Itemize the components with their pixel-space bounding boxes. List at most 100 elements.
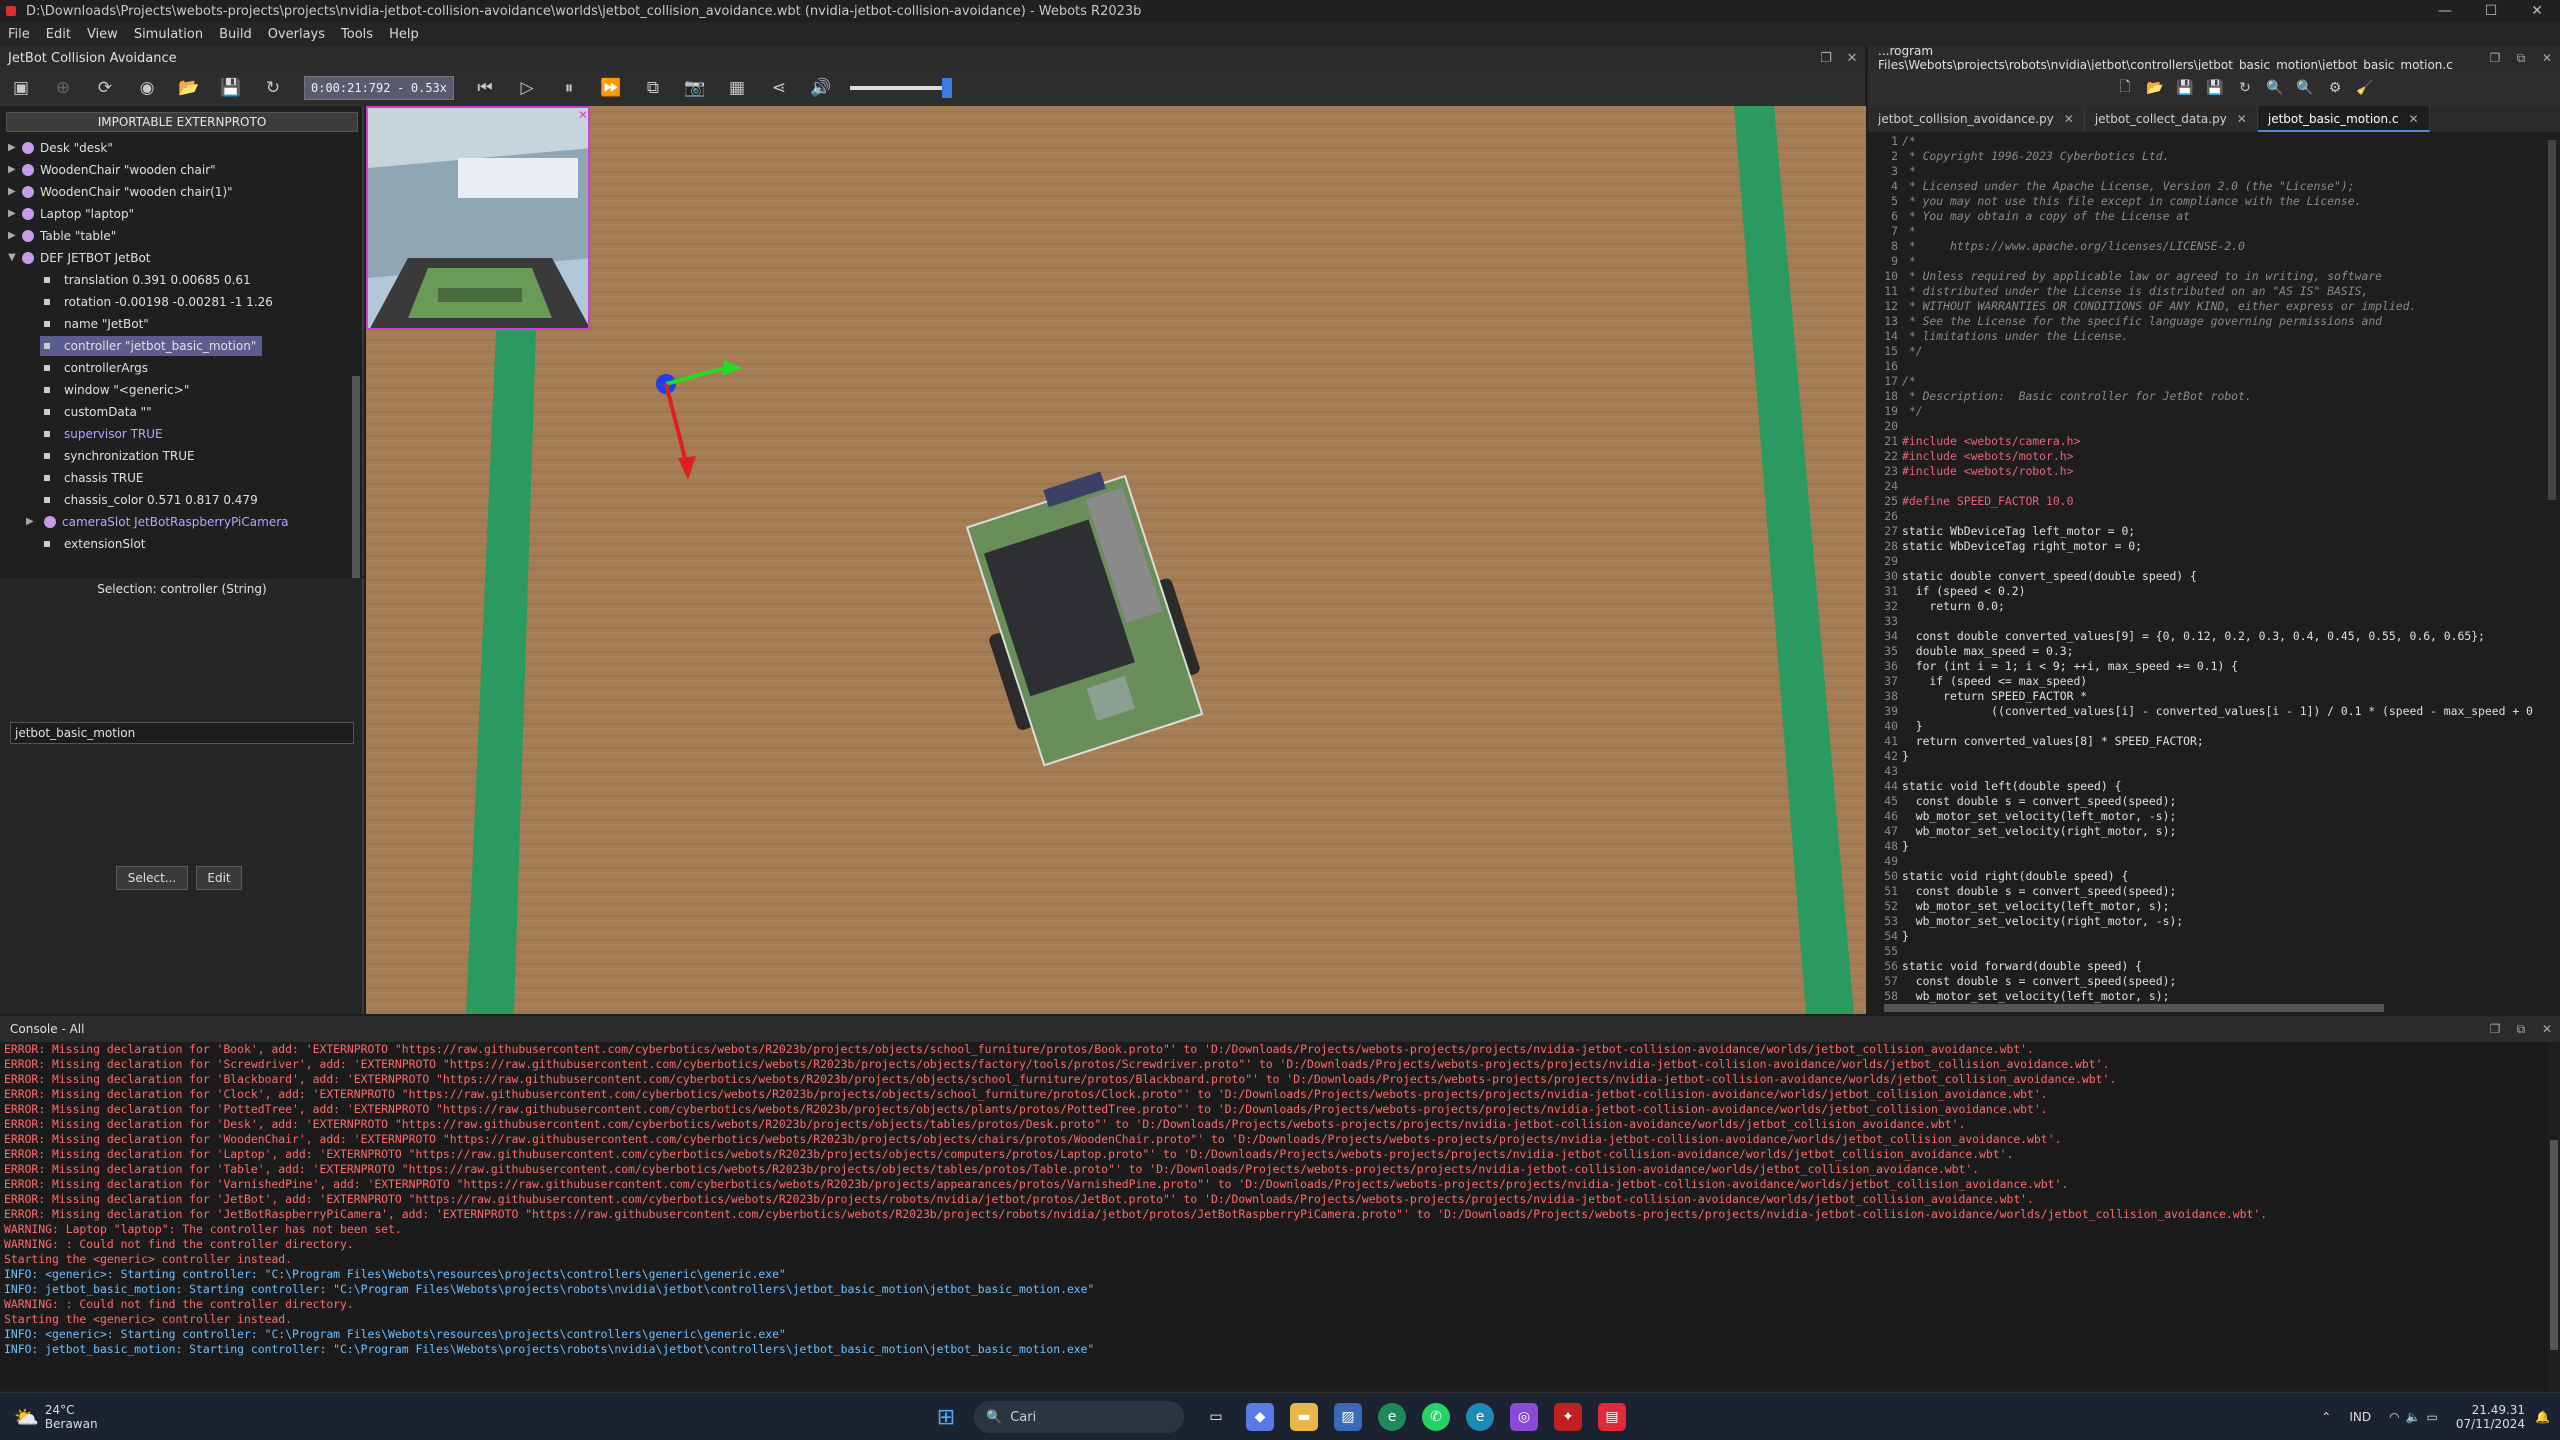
- camera-overlay[interactable]: ✕: [366, 106, 590, 330]
- code-line[interactable]: 37 if (speed <= max_speed): [1868, 674, 2560, 689]
- copilot-icon[interactable]: ◆: [1246, 1403, 1274, 1431]
- code-line[interactable]: 25 #define SPEED_FACTOR 10.0: [1868, 494, 2560, 509]
- expand-arrow-icon[interactable]: ▶: [8, 138, 18, 158]
- expand-arrow-icon[interactable]: ▶: [8, 182, 18, 202]
- save-all-icon[interactable]: 💾: [2203, 74, 2227, 102]
- toggle-scene-tree-icon[interactable]: ▣: [4, 74, 38, 102]
- input-language[interactable]: IND: [2349, 1410, 2371, 1424]
- code-line[interactable]: 38 return SPEED_FACTOR *: [1868, 689, 2560, 704]
- reload-world-icon[interactable]: ↻: [256, 74, 290, 102]
- close-tab-icon[interactable]: ✕: [2064, 112, 2074, 126]
- code-line[interactable]: 55: [1868, 944, 2560, 959]
- code-line[interactable]: 4 * Licensed under the Apache License, V…: [1868, 179, 2560, 194]
- code-line[interactable]: 29: [1868, 554, 2560, 569]
- code-line[interactable]: 9 *: [1868, 254, 2560, 269]
- code-line[interactable]: 21 #include <webots/camera.h>: [1868, 434, 2560, 449]
- code-line[interactable]: 36 for (int i = 1; i < 9; ++i, max_speed…: [1868, 659, 2560, 674]
- code-line[interactable]: 1 /*: [1868, 134, 2560, 149]
- github-desktop-icon[interactable]: ◎: [1510, 1403, 1538, 1431]
- code-line[interactable]: 33: [1868, 614, 2560, 629]
- code-line[interactable]: 13 * See the License for the specific la…: [1868, 314, 2560, 329]
- menu-view[interactable]: View: [79, 27, 126, 42]
- code-line[interactable]: 34 const double converted_values[9] = {0…: [1868, 629, 2560, 644]
- document-app-icon[interactable]: ▤: [1598, 1403, 1626, 1431]
- code-line[interactable]: 30 static double convert_speed(double spe…: [1868, 569, 2560, 584]
- start-windows-icon[interactable]: ⊞: [932, 1403, 960, 1431]
- save-file-icon[interactable]: 💾: [2173, 74, 2197, 102]
- console-scrollbar[interactable]: [2550, 1140, 2558, 1350]
- tab-jetbot-collect-data[interactable]: jetbot_collect_data.py ✕: [2085, 106, 2258, 132]
- code-line[interactable]: 48}: [1868, 839, 2560, 854]
- open-file-icon[interactable]: 📂: [2143, 74, 2167, 102]
- code-line[interactable]: 44 static void left(double speed) {: [1868, 779, 2560, 794]
- menu-tools[interactable]: Tools: [333, 27, 381, 42]
- tab-jetbot-basic-motion[interactable]: jetbot_basic_motion.c ✕: [2257, 106, 2430, 132]
- open-world-icon[interactable]: 📂: [172, 74, 206, 102]
- menu-build[interactable]: Build: [211, 27, 260, 42]
- new-file-icon[interactable]: 🗋: [2113, 74, 2137, 102]
- code-line[interactable]: 23 #include <webots/robot.h>: [1868, 464, 2560, 479]
- volume-slider-handle[interactable]: [942, 78, 952, 98]
- show-hidden-icons-chevron-icon[interactable]: ⌃: [2321, 1410, 2331, 1424]
- code-line[interactable]: 52 wb_motor_set_velocity(left_motor, s);: [1868, 899, 2560, 914]
- code-editor[interactable]: 1/* 2 * Copyright 1996-2023 Cyberbotics L…: [1868, 134, 2560, 1004]
- add-node-icon[interactable]: ⊕: [46, 74, 80, 102]
- close-tab-icon[interactable]: ✕: [2237, 112, 2247, 126]
- close-button[interactable]: ✕: [2514, 0, 2560, 22]
- code-line[interactable]: 51 const double s = convert_speed(speed)…: [1868, 884, 2560, 899]
- expand-arrow-icon[interactable]: ▶: [8, 204, 18, 224]
- screenshot-icon[interactable]: 📷: [678, 74, 712, 102]
- float-console-icon[interactable]: ❐: [2482, 1022, 2508, 1036]
- reset-simulation-icon[interactable]: ⏮: [468, 74, 502, 102]
- pause-icon[interactable]: ⏸: [552, 74, 586, 102]
- camera-overlay-close-icon[interactable]: ✕: [578, 108, 588, 122]
- select-controller-button[interactable]: Select...: [116, 866, 188, 890]
- maximize-editor-icon[interactable]: ⧉: [2508, 51, 2534, 66]
- code-line[interactable]: 56 static void forward(double speed) {: [1868, 959, 2560, 974]
- expand-arrow-icon[interactable]: ▶: [8, 160, 18, 180]
- console-output[interactable]: ERROR: Missing declaration for 'Book', a…: [0, 1042, 2548, 1390]
- render-toggle-icon[interactable]: ⧉: [636, 74, 670, 102]
- 3d-view[interactable]: ✕: [366, 106, 1866, 1014]
- find-icon[interactable]: 🔍: [2263, 74, 2287, 102]
- close-window-icon[interactable]: ✕: [1839, 51, 1865, 66]
- float-window-icon[interactable]: ❐: [1813, 51, 1839, 66]
- replace-icon[interactable]: 🔍: [2293, 74, 2317, 102]
- weather-widget[interactable]: ⛅ 24°C Berawan: [14, 1399, 98, 1435]
- code-line[interactable]: 18 * Description: Basic controller for J…: [1868, 389, 2560, 404]
- volume-slider[interactable]: [850, 78, 952, 98]
- code-line[interactable]: 3 *: [1868, 164, 2560, 179]
- code-line[interactable]: 22 #include <webots/motor.h>: [1868, 449, 2560, 464]
- code-line[interactable]: 47 wb_motor_set_velocity(right_motor, s)…: [1868, 824, 2560, 839]
- save-world-icon[interactable]: 💾: [214, 74, 248, 102]
- expand-arrow-icon[interactable]: ▶: [8, 226, 18, 246]
- webots-taskbar-icon[interactable]: ✦: [1554, 1403, 1582, 1431]
- notification-bell-icon[interactable]: 🔔: [2535, 1410, 2550, 1424]
- share-icon[interactable]: ⋖: [762, 74, 796, 102]
- code-line[interactable]: 17 /*: [1868, 374, 2560, 389]
- code-line[interactable]: 28 static WbDeviceTag right_motor = 0;: [1868, 539, 2560, 554]
- code-line[interactable]: 12 * WITHOUT WARRANTIES OR CONDITIONS OF…: [1868, 299, 2560, 314]
- editor-vertical-scrollbar[interactable]: [2548, 140, 2556, 500]
- code-line[interactable]: 32 return 0.0;: [1868, 599, 2560, 614]
- menu-edit[interactable]: Edit: [38, 27, 79, 42]
- close-tab-icon[interactable]: ✕: [2409, 112, 2419, 126]
- clean-build-icon[interactable]: 🧹: [2353, 74, 2377, 102]
- importable-externproto-header[interactable]: IMPORTABLE EXTERNPROTO: [6, 112, 358, 132]
- code-line[interactable]: 16: [1868, 359, 2560, 374]
- wifi-icon[interactable]: ◠: [2389, 1410, 2399, 1424]
- record-movie-icon[interactable]: ▦: [720, 74, 754, 102]
- code-line[interactable]: 31 if (speed < 0.2): [1868, 584, 2560, 599]
- expand-arrow-icon[interactable]: ▶: [26, 512, 36, 532]
- controller-value-field[interactable]: jetbot_basic_motion: [10, 722, 354, 744]
- code-line[interactable]: 39 ((converted_values[i] - converted_val…: [1868, 704, 2560, 719]
- code-line[interactable]: 8 * https://www.apache.org/licenses/LICE…: [1868, 239, 2560, 254]
- float-editor-icon[interactable]: ❐: [2482, 51, 2508, 65]
- code-line[interactable]: 40 }: [1868, 719, 2560, 734]
- code-line[interactable]: 26: [1868, 509, 2560, 524]
- revert-file-icon[interactable]: ↻: [2233, 74, 2257, 102]
- fast-forward-icon[interactable]: ⏩: [594, 74, 628, 102]
- code-line[interactable]: 2 * Copyright 1996-2023 Cyberbotics Ltd.: [1868, 149, 2560, 164]
- code-line[interactable]: 24: [1868, 479, 2560, 494]
- code-line[interactable]: 41 return converted_values[8] * SPEED_FA…: [1868, 734, 2560, 749]
